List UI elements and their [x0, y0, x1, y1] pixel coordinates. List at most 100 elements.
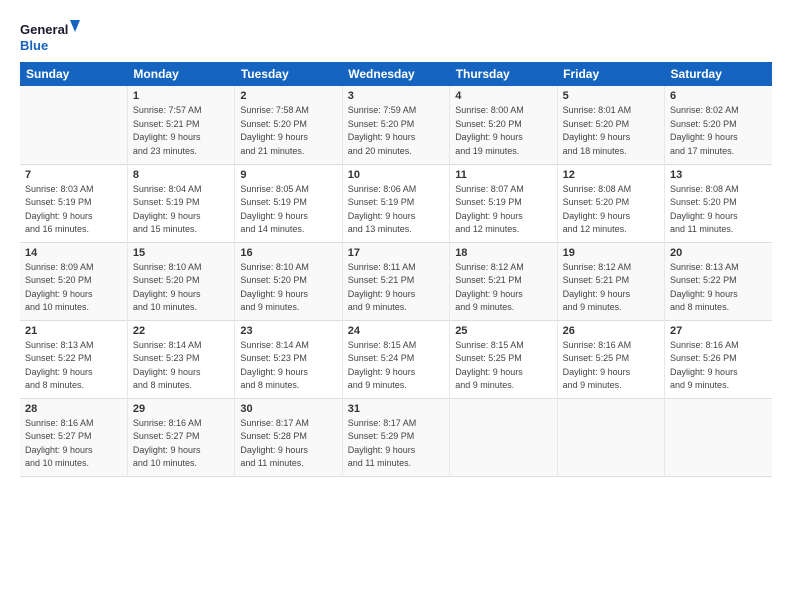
day-info: Sunrise: 7:57 AM Sunset: 5:21 PM Dayligh… — [133, 104, 229, 158]
day-cell: 1Sunrise: 7:57 AM Sunset: 5:21 PM Daylig… — [127, 86, 234, 164]
day-info: Sunrise: 8:06 AM Sunset: 5:19 PM Dayligh… — [348, 183, 444, 237]
day-cell — [665, 398, 772, 476]
day-cell: 9 Sunrise: 8:05 AM Sunset: 5:19 PM Daylig… — [235, 164, 342, 242]
day-info: Sunrise: 8:04 AM Sunset: 5:19 PM Dayligh… — [133, 183, 229, 237]
day-number: 20 — [670, 247, 767, 259]
day-cell: 13 Sunrise: 8:08 AM Sunset: 5:20 PM Dayli… — [665, 164, 772, 242]
day-cell: 19 Sunrise: 8:12 AM Sunset: 5:21 PM Dayli… — [557, 242, 664, 320]
day-info: Sunrise: 8:17 AM Sunset: 5:29 PM Dayligh… — [348, 417, 444, 471]
day-info: Sunrise: 8:08 AM Sunset: 5:20 PM Dayligh… — [563, 183, 659, 237]
day-cell: 3 Sunrise: 7:59 AM Sunset: 5:20 PM Daylig… — [342, 86, 449, 164]
day-cell: 6 Sunrise: 8:02 AM Sunset: 5:20 PM Daylig… — [665, 86, 772, 164]
calendar-table: SundayMondayTuesdayWednesdayThursdayFrid… — [20, 62, 772, 477]
day-cell: 14Sunrise: 8:09 AM Sunset: 5:20 PM Dayli… — [20, 242, 127, 320]
day-cell: 27Sunrise: 8:16 AM Sunset: 5:26 PM Dayli… — [665, 320, 772, 398]
day-cell — [557, 398, 664, 476]
day-cell: 12 Sunrise: 8:08 AM Sunset: 5:20 PM Dayli… — [557, 164, 664, 242]
day-cell: 26Sunrise: 8:16 AM Sunset: 5:25 PM Dayli… — [557, 320, 664, 398]
day-cell: 22Sunrise: 8:14 AM Sunset: 5:23 PM Dayli… — [127, 320, 234, 398]
day-cell: 11Sunrise: 8:07 AM Sunset: 5:19 PM Dayli… — [450, 164, 557, 242]
day-number: 11 — [455, 169, 551, 181]
day-number: 5 — [563, 90, 659, 102]
day-number: 7 — [25, 169, 122, 181]
day-info: Sunrise: 8:02 AM Sunset: 5:20 PM Dayligh… — [670, 104, 767, 158]
logo-svg: General Blue — [20, 18, 80, 56]
day-info: Sunrise: 8:16 AM Sunset: 5:25 PM Dayligh… — [563, 339, 659, 393]
col-header-saturday: Saturday — [665, 62, 772, 86]
day-cell: 31 Sunrise: 8:17 AM Sunset: 5:29 PM Dayli… — [342, 398, 449, 476]
week-row-3: 14Sunrise: 8:09 AM Sunset: 5:20 PM Dayli… — [20, 242, 772, 320]
day-number: 31 — [348, 403, 444, 415]
week-row-5: 28 Sunrise: 8:16 AM Sunset: 5:27 PM Dayli… — [20, 398, 772, 476]
day-number: 3 — [348, 90, 444, 102]
day-info: Sunrise: 8:17 AM Sunset: 5:28 PM Dayligh… — [240, 417, 336, 471]
day-cell: 25 Sunrise: 8:15 AM Sunset: 5:25 PM Dayli… — [450, 320, 557, 398]
day-cell: 2 Sunrise: 7:58 AM Sunset: 5:20 PM Daylig… — [235, 86, 342, 164]
col-header-tuesday: Tuesday — [235, 62, 342, 86]
col-header-monday: Monday — [127, 62, 234, 86]
day-cell: 29Sunrise: 8:16 AM Sunset: 5:27 PM Dayli… — [127, 398, 234, 476]
day-number: 13 — [670, 169, 767, 181]
logo: General Blue — [20, 18, 80, 56]
day-number: 18 — [455, 247, 551, 259]
week-row-4: 21Sunrise: 8:13 AM Sunset: 5:22 PM Dayli… — [20, 320, 772, 398]
day-cell: 23 Sunrise: 8:14 AM Sunset: 5:23 PM Dayli… — [235, 320, 342, 398]
svg-text:Blue: Blue — [20, 38, 48, 53]
day-info: Sunrise: 8:10 AM Sunset: 5:20 PM Dayligh… — [240, 261, 336, 315]
col-header-sunday: Sunday — [20, 62, 127, 86]
day-number: 17 — [348, 247, 444, 259]
day-cell — [450, 398, 557, 476]
day-number: 10 — [348, 169, 444, 181]
col-header-thursday: Thursday — [450, 62, 557, 86]
day-number: 9 — [240, 169, 336, 181]
day-number: 16 — [240, 247, 336, 259]
day-info: Sunrise: 8:01 AM Sunset: 5:20 PM Dayligh… — [563, 104, 659, 158]
day-cell: 17 Sunrise: 8:11 AM Sunset: 5:21 PM Dayli… — [342, 242, 449, 320]
day-number: 24 — [348, 325, 444, 337]
day-cell: 28 Sunrise: 8:16 AM Sunset: 5:27 PM Dayli… — [20, 398, 127, 476]
day-cell — [20, 86, 127, 164]
day-cell: 24Sunrise: 8:15 AM Sunset: 5:24 PM Dayli… — [342, 320, 449, 398]
day-info: Sunrise: 8:09 AM Sunset: 5:20 PM Dayligh… — [25, 261, 122, 315]
day-cell: 21Sunrise: 8:13 AM Sunset: 5:22 PM Dayli… — [20, 320, 127, 398]
day-number: 15 — [133, 247, 229, 259]
day-cell: 16 Sunrise: 8:10 AM Sunset: 5:20 PM Dayli… — [235, 242, 342, 320]
svg-text:General: General — [20, 22, 68, 37]
calendar-page: General Blue SundayMondayTuesdayWednesda… — [0, 0, 792, 612]
day-info: Sunrise: 8:11 AM Sunset: 5:21 PM Dayligh… — [348, 261, 444, 315]
header-row: SundayMondayTuesdayWednesdayThursdayFrid… — [20, 62, 772, 86]
day-info: Sunrise: 7:58 AM Sunset: 5:20 PM Dayligh… — [240, 104, 336, 158]
day-info: Sunrise: 8:16 AM Sunset: 5:27 PM Dayligh… — [25, 417, 122, 471]
day-info: Sunrise: 8:05 AM Sunset: 5:19 PM Dayligh… — [240, 183, 336, 237]
day-cell: 8 Sunrise: 8:04 AM Sunset: 5:19 PM Daylig… — [127, 164, 234, 242]
day-info: Sunrise: 8:13 AM Sunset: 5:22 PM Dayligh… — [670, 261, 767, 315]
day-info: Sunrise: 8:00 AM Sunset: 5:20 PM Dayligh… — [455, 104, 551, 158]
day-cell: 20 Sunrise: 8:13 AM Sunset: 5:22 PM Dayli… — [665, 242, 772, 320]
day-info: Sunrise: 7:59 AM Sunset: 5:20 PM Dayligh… — [348, 104, 444, 158]
day-info: Sunrise: 8:12 AM Sunset: 5:21 PM Dayligh… — [455, 261, 551, 315]
day-number: 19 — [563, 247, 659, 259]
day-info: Sunrise: 8:14 AM Sunset: 5:23 PM Dayligh… — [240, 339, 336, 393]
day-number: 22 — [133, 325, 229, 337]
day-number: 2 — [240, 90, 336, 102]
day-info: Sunrise: 8:16 AM Sunset: 5:26 PM Dayligh… — [670, 339, 767, 393]
day-info: Sunrise: 8:16 AM Sunset: 5:27 PM Dayligh… — [133, 417, 229, 471]
day-info: Sunrise: 8:03 AM Sunset: 5:19 PM Dayligh… — [25, 183, 122, 237]
page-header: General Blue — [20, 18, 772, 56]
day-cell: 7 Sunrise: 8:03 AM Sunset: 5:19 PM Daylig… — [20, 164, 127, 242]
week-row-2: 7 Sunrise: 8:03 AM Sunset: 5:19 PM Daylig… — [20, 164, 772, 242]
day-number: 30 — [240, 403, 336, 415]
day-number: 25 — [455, 325, 551, 337]
day-cell: 10 Sunrise: 8:06 AM Sunset: 5:19 PM Dayli… — [342, 164, 449, 242]
day-number: 28 — [25, 403, 122, 415]
day-info: Sunrise: 8:10 AM Sunset: 5:20 PM Dayligh… — [133, 261, 229, 315]
day-cell: 5 Sunrise: 8:01 AM Sunset: 5:20 PM Daylig… — [557, 86, 664, 164]
day-cell: 4Sunrise: 8:00 AM Sunset: 5:20 PM Daylig… — [450, 86, 557, 164]
day-number: 8 — [133, 169, 229, 181]
day-info: Sunrise: 8:08 AM Sunset: 5:20 PM Dayligh… — [670, 183, 767, 237]
day-number: 6 — [670, 90, 767, 102]
day-number: 12 — [563, 169, 659, 181]
day-info: Sunrise: 8:12 AM Sunset: 5:21 PM Dayligh… — [563, 261, 659, 315]
day-number: 23 — [240, 325, 336, 337]
day-info: Sunrise: 8:15 AM Sunset: 5:25 PM Dayligh… — [455, 339, 551, 393]
